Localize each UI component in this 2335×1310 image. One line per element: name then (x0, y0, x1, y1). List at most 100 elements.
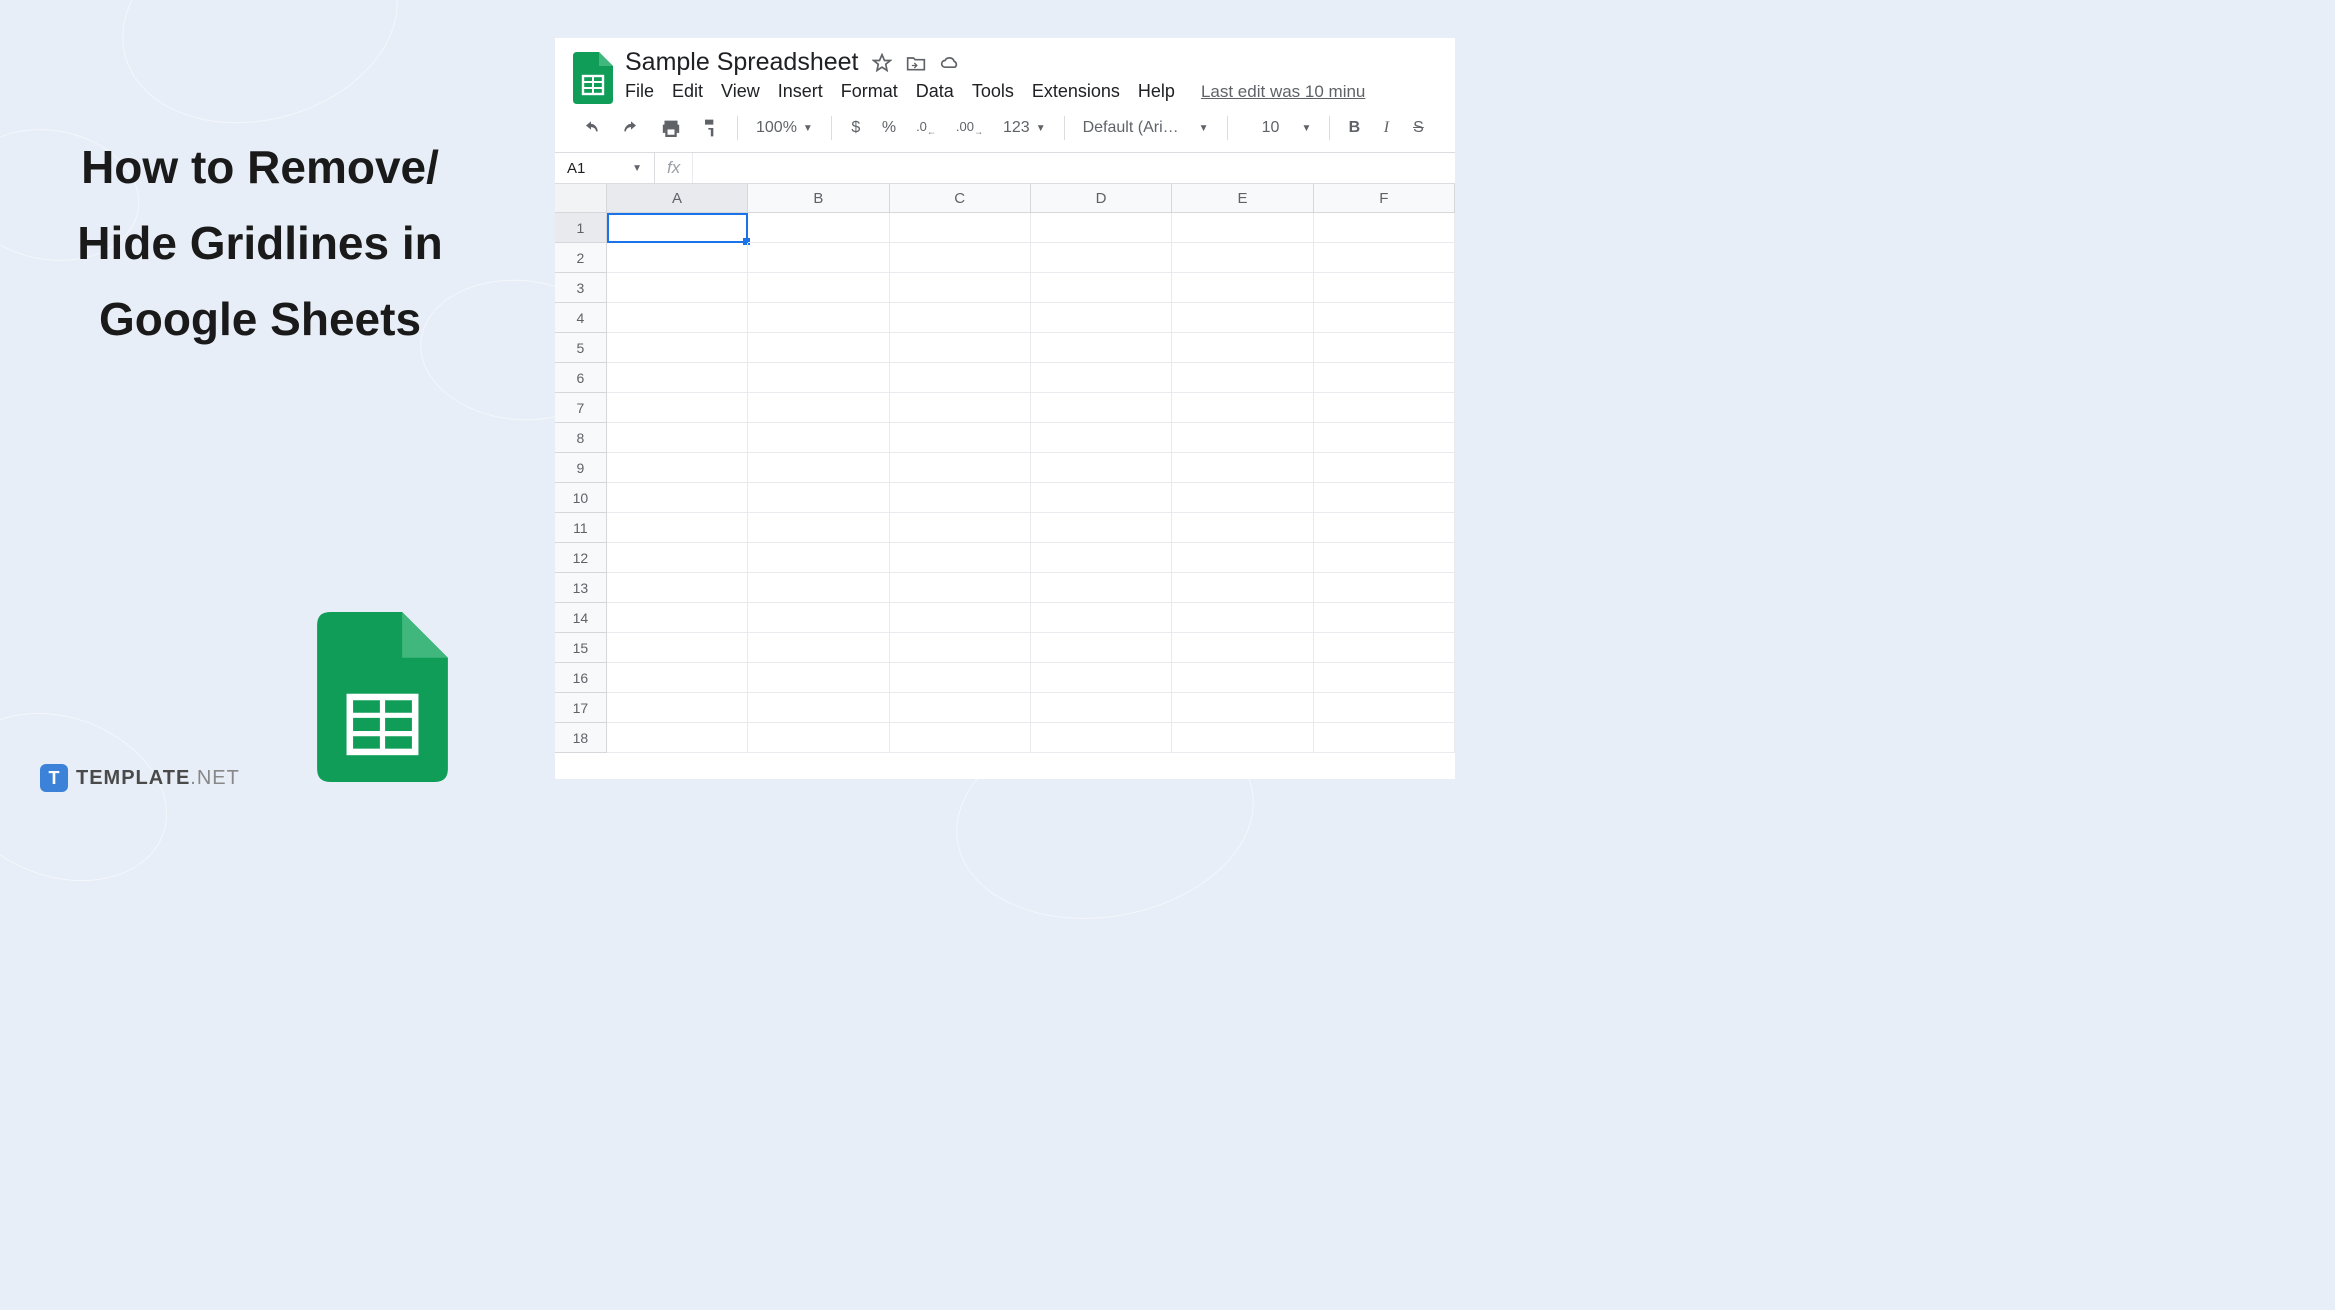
cell[interactable] (890, 453, 1031, 483)
cell[interactable] (607, 483, 748, 513)
cell[interactable] (1314, 243, 1455, 273)
cell[interactable] (748, 363, 889, 393)
menu-file[interactable]: File (625, 81, 654, 102)
cell[interactable] (1172, 303, 1313, 333)
cell[interactable] (1031, 483, 1172, 513)
cell[interactable] (890, 303, 1031, 333)
cell[interactable] (1314, 663, 1455, 693)
bold-button[interactable]: B (1340, 114, 1368, 142)
cell[interactable] (1031, 603, 1172, 633)
format-123-dropdown[interactable]: 123 ▼ (995, 115, 1054, 141)
cell[interactable] (1172, 693, 1313, 723)
name-box[interactable]: A1 ▼ (555, 153, 655, 183)
row-header[interactable]: 13 (555, 573, 607, 603)
increase-decimal-button[interactable]: .00→ (948, 114, 991, 142)
cell[interactable] (607, 243, 748, 273)
menu-tools[interactable]: Tools (972, 81, 1014, 102)
cell[interactable] (1314, 333, 1455, 363)
row-header[interactable]: 8 (555, 423, 607, 453)
row-header[interactable]: 3 (555, 273, 607, 303)
cell[interactable] (1314, 603, 1455, 633)
cell[interactable] (748, 513, 889, 543)
formula-input[interactable] (693, 153, 1455, 183)
font-family-dropdown[interactable]: Default (Ari… ▼ (1075, 115, 1217, 141)
cell[interactable] (748, 333, 889, 363)
row-header[interactable]: 18 (555, 723, 607, 753)
cell[interactable] (607, 723, 748, 753)
cell[interactable] (1031, 663, 1172, 693)
cell[interactable] (748, 423, 889, 453)
cell[interactable] (1031, 303, 1172, 333)
row-header[interactable]: 7 (555, 393, 607, 423)
cell[interactable] (890, 213, 1031, 243)
menu-extensions[interactable]: Extensions (1032, 81, 1120, 102)
strikethrough-button[interactable]: S (1404, 114, 1432, 142)
cell[interactable] (607, 423, 748, 453)
cell[interactable] (1172, 543, 1313, 573)
row-header[interactable]: 5 (555, 333, 607, 363)
cell[interactable] (890, 633, 1031, 663)
cell[interactable] (1314, 453, 1455, 483)
cell[interactable] (890, 273, 1031, 303)
column-header[interactable]: E (1172, 184, 1313, 212)
column-header[interactable]: D (1031, 184, 1172, 212)
cell[interactable] (607, 693, 748, 723)
cell[interactable] (1172, 453, 1313, 483)
cell[interactable] (1031, 633, 1172, 663)
column-header[interactable]: C (890, 184, 1031, 212)
cell[interactable] (607, 543, 748, 573)
row-header[interactable]: 16 (555, 663, 607, 693)
cell[interactable] (1314, 483, 1455, 513)
paint-format-button[interactable] (693, 114, 727, 142)
cell[interactable] (748, 723, 889, 753)
cell[interactable] (607, 513, 748, 543)
cell[interactable] (1031, 213, 1172, 243)
cell[interactable] (1314, 393, 1455, 423)
cell[interactable] (1031, 423, 1172, 453)
cell[interactable] (890, 723, 1031, 753)
cell[interactable] (607, 573, 748, 603)
cell[interactable] (1172, 243, 1313, 273)
menu-data[interactable]: Data (916, 81, 954, 102)
row-header[interactable]: 17 (555, 693, 607, 723)
cell[interactable] (1314, 723, 1455, 753)
cell[interactable] (1314, 633, 1455, 663)
cell[interactable] (748, 663, 889, 693)
cell[interactable] (748, 693, 889, 723)
cell[interactable] (1172, 603, 1313, 633)
italic-button[interactable]: I (1372, 114, 1400, 142)
cell[interactable] (890, 243, 1031, 273)
zoom-dropdown[interactable]: 100% ▼ (748, 115, 821, 141)
cell[interactable] (748, 393, 889, 423)
cell[interactable] (1031, 573, 1172, 603)
cell[interactable] (1314, 213, 1455, 243)
cell[interactable] (607, 453, 748, 483)
cell[interactable] (607, 633, 748, 663)
cell[interactable] (607, 363, 748, 393)
cell[interactable] (1314, 273, 1455, 303)
cell[interactable] (890, 573, 1031, 603)
menu-view[interactable]: View (721, 81, 760, 102)
cell[interactable] (890, 423, 1031, 453)
cell[interactable] (1031, 243, 1172, 273)
cell[interactable] (748, 243, 889, 273)
row-header[interactable]: 11 (555, 513, 607, 543)
row-header[interactable]: 12 (555, 543, 607, 573)
cell[interactable] (1172, 393, 1313, 423)
cell[interactable] (1031, 393, 1172, 423)
column-header[interactable]: B (748, 184, 889, 212)
cell[interactable] (1172, 633, 1313, 663)
cell[interactable] (890, 603, 1031, 633)
column-header[interactable]: F (1314, 184, 1455, 212)
cell[interactable] (890, 543, 1031, 573)
cell[interactable] (607, 273, 748, 303)
cell[interactable] (607, 213, 748, 243)
cell[interactable] (1172, 723, 1313, 753)
cell[interactable] (890, 693, 1031, 723)
row-header[interactable]: 10 (555, 483, 607, 513)
cell[interactable] (1172, 513, 1313, 543)
cell[interactable] (748, 483, 889, 513)
menu-edit[interactable]: Edit (672, 81, 703, 102)
cell[interactable] (748, 303, 889, 333)
cell[interactable] (607, 333, 748, 363)
